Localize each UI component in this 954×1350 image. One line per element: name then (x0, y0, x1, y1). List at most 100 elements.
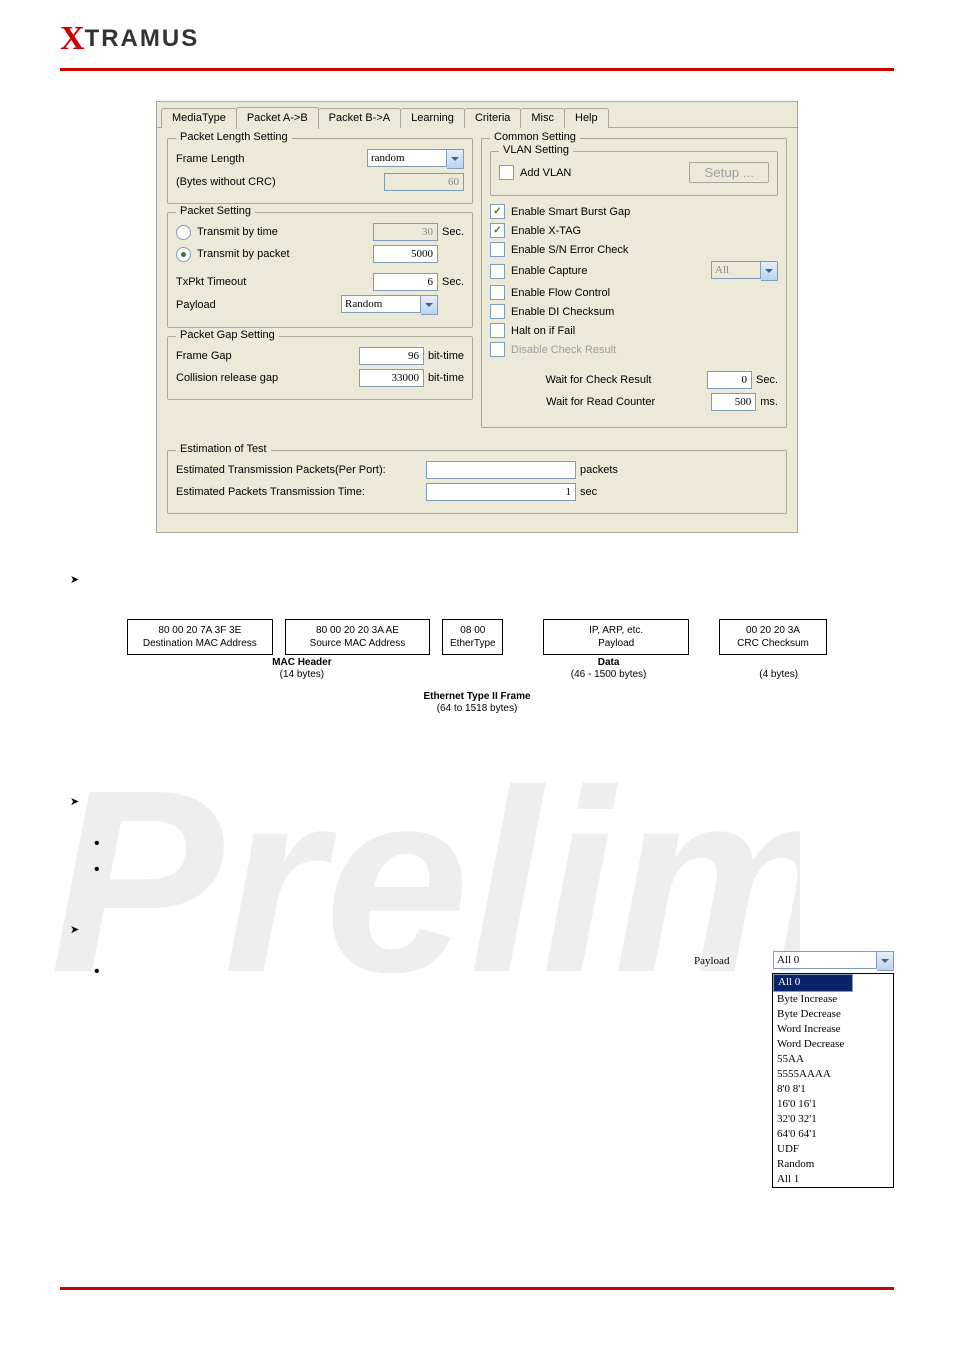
payload-option[interactable]: UDF (773, 1142, 893, 1157)
crc-cell: 00 20 20 3ACRC Checksum (719, 619, 827, 655)
disable-check-label: Disable Check Result (511, 344, 616, 356)
transmit-packet-label: Transmit by packet (197, 248, 373, 260)
checkbox-sn-error[interactable] (490, 242, 505, 257)
payload-label: Payload (176, 299, 341, 311)
tab-criteria[interactable]: Criteria (464, 108, 521, 128)
chevron-down-icon[interactable] (447, 149, 464, 169)
tab-learning[interactable]: Learning (400, 108, 465, 128)
dot (108, 841, 894, 847)
checkbox-flow-control[interactable] (490, 285, 505, 300)
payload-listbox[interactable]: All 0Byte IncreaseByte DecreaseWord Incr… (772, 973, 894, 1188)
payload-option[interactable]: 8'0 8'1 (773, 1082, 893, 1097)
ethernet-title: Ethernet Type II Frame(64 to 1518 bytes) (127, 691, 827, 715)
wait-read-input[interactable] (711, 393, 756, 411)
packet-gap-legend: Packet Gap Setting (176, 329, 279, 341)
checkbox-xtag[interactable] (490, 223, 505, 238)
payload-option[interactable]: Byte Decrease (773, 1007, 893, 1022)
checkbox-smart-burst[interactable] (490, 204, 505, 219)
crc-size-label: (4 bytes) (730, 657, 827, 681)
tab-packet-ba[interactable]: Packet B->A (318, 108, 401, 128)
logo: XTRAMUS (60, 20, 199, 58)
setup-button[interactable]: Setup ... (689, 162, 769, 183)
collision-gap-label: Collision release gap (176, 372, 359, 384)
capture-label: Enable Capture (511, 265, 711, 277)
payload-option[interactable]: Byte Increase (773, 992, 893, 1007)
payload-option[interactable]: Word Decrease (773, 1037, 893, 1052)
checkbox-capture[interactable] (490, 264, 505, 279)
capture-select[interactable] (711, 261, 761, 279)
frame-length-select[interactable] (367, 149, 447, 167)
wait-check-unit: Sec. (756, 374, 778, 386)
txpkt-timeout-label: TxPkt Timeout (176, 276, 373, 288)
data-label: Data(46 - 1500 bytes) (517, 657, 701, 681)
payload-select[interactable] (341, 295, 421, 313)
settings-dialog: MediaType Packet A->B Packet B->A Learni… (156, 101, 798, 533)
est-time-unit: sec (580, 486, 597, 498)
transmit-packet-input[interactable] (373, 245, 438, 263)
frame-gap-unit: bit-time (428, 350, 464, 362)
tab-bar: MediaType Packet A->B Packet B->A Learni… (157, 102, 797, 128)
add-vlan-label: Add VLAN (520, 167, 689, 179)
vlan-setting-group: VLAN Setting Add VLAN Setup ... (490, 151, 778, 196)
payload-option[interactable]: 5555AAAA (773, 1067, 893, 1082)
sn-error-label: Enable S/N Error Check (511, 244, 628, 256)
di-checksum-label: Enable DI Checksum (511, 306, 614, 318)
est-time-input (426, 483, 576, 501)
bullet (90, 573, 894, 579)
payload-option[interactable]: All 0 (773, 974, 853, 992)
chevron-down-icon[interactable] (421, 295, 438, 315)
payload-option[interactable]: 32'0 32'1 (773, 1112, 893, 1127)
packet-setting-legend: Packet Setting (176, 205, 255, 217)
est-time-label: Estimated Packets Transmission Time: (176, 486, 426, 498)
wait-check-input[interactable] (707, 371, 752, 389)
bullet (90, 923, 894, 929)
tab-help[interactable]: Help (564, 108, 609, 128)
bytes-crc-label: (Bytes without CRC) (176, 176, 384, 188)
wait-read-unit: ms. (760, 396, 778, 408)
frame-length-label: Frame Length (176, 153, 367, 165)
estimation-legend: Estimation of Test (176, 443, 271, 455)
checkbox-halt-fail[interactable] (490, 323, 505, 338)
payload-option[interactable]: 55AA (773, 1052, 893, 1067)
logo-x: X (60, 20, 85, 57)
bytes-crc-input[interactable] (384, 173, 464, 191)
payload-option[interactable]: Word Increase (773, 1022, 893, 1037)
frame-gap-label: Frame Gap (176, 350, 359, 362)
tab-mediatype[interactable]: MediaType (161, 108, 237, 128)
halt-fail-label: Halt on if Fail (511, 325, 575, 337)
common-setting-legend: Common Setting (490, 131, 580, 143)
footer-divider (60, 1287, 894, 1290)
payload-option[interactable]: Random (773, 1157, 893, 1172)
payload-option[interactable]: 16'0 16'1 (773, 1097, 893, 1112)
payload-combo-select[interactable] (773, 951, 877, 969)
radio-transmit-packet[interactable] (176, 247, 191, 262)
tab-packet-ab[interactable]: Packet A->B (236, 107, 319, 129)
payload-cell: IP, ARP, etc.Payload (543, 619, 689, 655)
frame-gap-input[interactable] (359, 347, 424, 365)
radio-transmit-time[interactable] (176, 225, 191, 240)
chevron-down-icon[interactable] (761, 261, 778, 281)
chevron-down-icon[interactable] (877, 951, 894, 971)
smart-burst-label: Enable Smart Burst Gap (511, 206, 630, 218)
packet-gap-group: Packet Gap Setting Frame Gapbit-time Col… (167, 336, 473, 400)
checkbox-di-checksum[interactable] (490, 304, 505, 319)
checkbox-add-vlan[interactable] (499, 165, 514, 180)
collision-gap-input[interactable] (359, 369, 424, 387)
bullet (90, 795, 894, 801)
wait-check-label: Wait for Check Result (490, 374, 707, 386)
packet-length-legend: Packet Length Setting (176, 131, 292, 143)
collision-gap-unit: bit-time (428, 372, 464, 384)
tab-misc[interactable]: Misc (520, 108, 565, 128)
transmit-time-unit: Sec. (442, 226, 464, 238)
wait-read-label: Wait for Read Counter (490, 396, 711, 408)
txpkt-timeout-input[interactable] (373, 273, 438, 291)
payload-option[interactable]: 64'0 64'1 (773, 1127, 893, 1142)
est-packets-input (426, 461, 576, 479)
transmit-time-input[interactable] (373, 223, 438, 241)
payload-option[interactable]: All 1 (773, 1172, 893, 1187)
txpkt-timeout-unit: Sec. (442, 276, 464, 288)
src-mac-cell: 80 00 20 20 3A AESource MAC Address (285, 619, 431, 655)
logo-text: TRAMUS (85, 25, 200, 52)
dest-mac-cell: 80 00 20 7A 3F 3EDestination MAC Address (127, 619, 273, 655)
mac-header-label: MAC Header(14 bytes) (127, 657, 477, 681)
